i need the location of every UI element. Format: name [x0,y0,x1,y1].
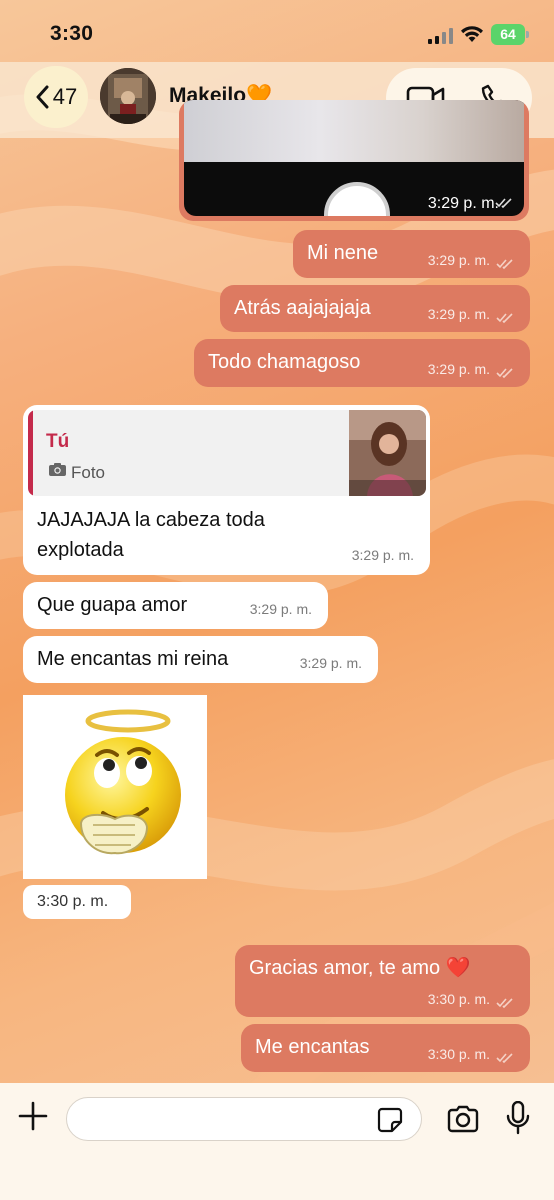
read-receipt-icon [496,368,513,379]
message-text: Atrás aajajajaja [234,297,371,319]
message-bubble[interactable]: Gracias amor, te amo ❤️ 3:30 p. m. [235,945,530,1017]
quoted-thumbnail [349,410,426,496]
message-time: 3:29 p. m. [427,195,499,212]
plus-icon[interactable] [18,1101,48,1131]
battery-indicator: 64 [491,24,529,45]
status-bar: 3:30 64 [0,0,554,62]
camera-small-icon [49,463,66,476]
message-time: 3:29 p. m. [249,601,312,617]
message-text: Me encantas mi reina [37,648,229,670]
quoted-message[interactable]: Tú Foto [28,410,426,496]
avatar-image [100,68,156,124]
message-time: 3:30 p. m. [427,991,490,1007]
message-time: 3:30 p. m. [427,1046,490,1062]
message-time: 3:29 p. m. [427,252,490,268]
message-text: Me encantas [255,1036,370,1058]
sticker-message[interactable] [23,695,207,879]
message-time: 3:29 p. m. [427,306,490,322]
contact-avatar[interactable] [100,68,156,124]
message-bubble[interactable]: Todo chamagoso 3:29 p. m. [194,339,530,387]
read-receipt-icon [495,198,512,209]
quoted-kind: Foto [71,463,106,482]
sticker-icon[interactable] [377,1107,403,1133]
message-time: 3:29 p. m. [427,361,490,377]
back-chevron-icon [36,85,49,109]
message-bubble[interactable]: Atrás aajajajaja 3:29 p. m. [220,285,530,332]
message-bubble[interactable]: Mi nene 3:29 p. m. [293,230,530,278]
message-text: Que guapa amor [37,594,188,616]
message-text: Mi nene [307,242,379,264]
message-time: 3:30 p. m. [23,885,131,919]
reply-message[interactable]: Tú Foto JAJAJAJA la cabeza toda explotad… [23,405,430,575]
cellular-signal-icon [428,28,453,44]
message-bubble[interactable]: Me encantas 3:30 p. m. [241,1024,530,1072]
photo-message[interactable]: 3:29 p. m. [179,100,529,221]
message-input[interactable] [66,1097,422,1141]
message-bubble[interactable]: Que guapa amor 3:29 p. m. [23,582,328,629]
camera-icon[interactable] [446,1105,480,1133]
back-button[interactable]: 47 [24,66,88,128]
read-receipt-icon [496,1053,513,1064]
message-composer [0,1083,554,1200]
message-text: JAJAJAJA la cabeza toda explotada [37,509,265,561]
read-receipt-icon [496,998,513,1009]
message-bubble[interactable]: Me encantas mi reina 3:29 p. m. [23,636,378,683]
message-text: Todo chamagoso [208,351,361,373]
wifi-icon [461,26,483,42]
message-time: 3:29 p. m. [299,655,362,671]
angel-emoji-sticker [65,709,181,855]
status-time: 3:30 [50,22,94,45]
read-receipt-icon [496,313,513,324]
quoted-author: Tú [46,431,70,452]
read-receipt-icon [496,259,513,270]
message-text: Gracias amor, te amo ❤️ [249,957,471,979]
microphone-icon[interactable] [506,1101,530,1135]
unread-count: 47 [52,84,78,109]
message-time: 3:29 p. m. [351,547,414,563]
battery-level: 64 [500,26,516,42]
